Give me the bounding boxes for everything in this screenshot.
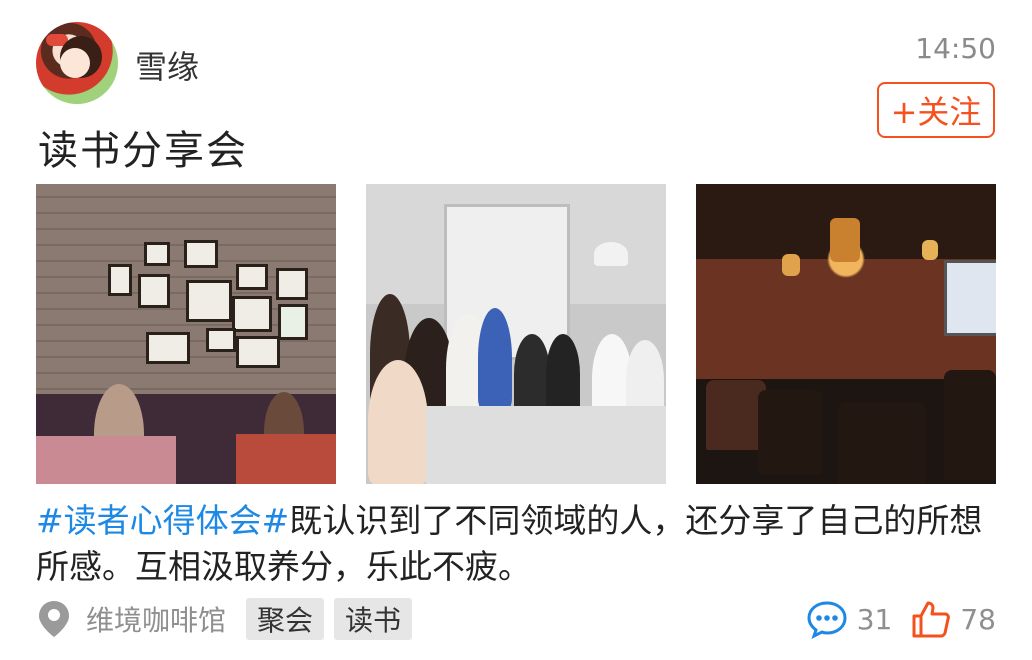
thumbs-up-icon[interactable] (910, 599, 952, 639)
hanging-lamp (782, 254, 800, 276)
hanging-lamp (830, 218, 860, 262)
post-footer: 维境咖啡馆 聚会 读书 (36, 598, 422, 640)
tag-chip[interactable]: 聚会 (246, 598, 325, 640)
meeting-table (426, 406, 666, 484)
wall-frame (184, 240, 218, 268)
follow-button[interactable]: +关注 (877, 82, 995, 138)
avatar-bow (46, 34, 68, 46)
group-member (368, 360, 428, 484)
armchair (944, 370, 996, 480)
armchair (838, 402, 926, 484)
wall-frame (276, 268, 308, 300)
tag-chip[interactable]: 读书 (334, 598, 413, 640)
group-member (514, 334, 550, 414)
wall-frame (278, 304, 308, 340)
comment-count: 31 (856, 602, 893, 636)
wall-frame (108, 264, 132, 296)
armchair (706, 380, 766, 450)
post-title: 读书分享会 (38, 128, 248, 174)
post-photo-2[interactable] (366, 184, 666, 484)
speech-bubble-icon[interactable] (805, 599, 849, 639)
map-pin-icon (39, 601, 69, 637)
user-avatar[interactable] (36, 22, 118, 104)
group-member (546, 334, 580, 414)
cafe-table (36, 436, 176, 484)
armchair (758, 390, 822, 474)
group-member (478, 308, 512, 408)
location-label[interactable]: 维境咖啡馆 (86, 599, 226, 639)
wall-frame (236, 336, 280, 368)
like-count: 78 (960, 602, 996, 636)
wall-frame (138, 274, 170, 308)
post-stats: 31 78 (805, 598, 996, 640)
post-photo-3[interactable] (696, 184, 996, 484)
wall-frame (144, 242, 170, 266)
post-content: #读者心得体会#既认识到了不同领域的人，还分享了自己的所想所感。互相汲取养分，乐… (36, 498, 996, 590)
username[interactable]: 雪缘 (135, 42, 199, 88)
cafe-table (236, 434, 336, 484)
wall-frame (236, 264, 268, 290)
wall-frame (146, 332, 190, 364)
post-hashtag[interactable]: #读者心得体会# (36, 501, 289, 540)
pendant-lamp (594, 242, 628, 266)
wall-frame (186, 280, 232, 322)
hanging-lamp (922, 240, 938, 260)
post-time: 14:50 (915, 32, 996, 65)
projector-screen (944, 260, 996, 336)
wall-frame (206, 328, 236, 352)
post-photo-1[interactable] (36, 184, 336, 484)
wall-frame (232, 296, 272, 332)
avatar-face (60, 48, 90, 78)
